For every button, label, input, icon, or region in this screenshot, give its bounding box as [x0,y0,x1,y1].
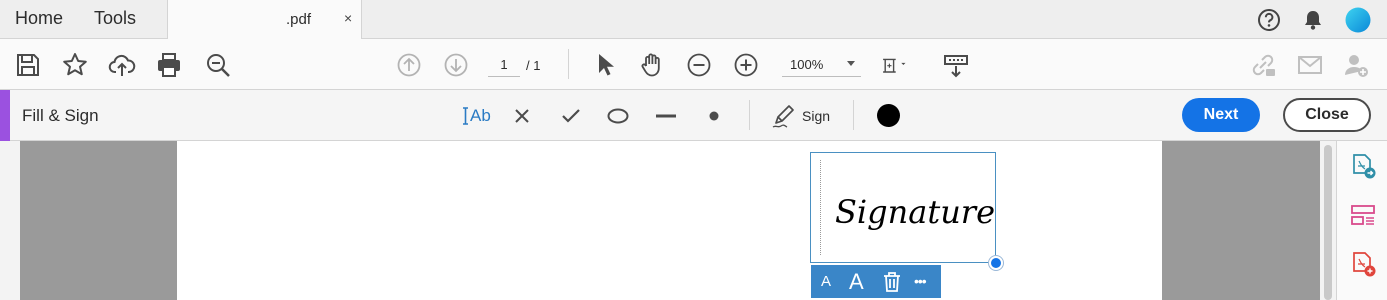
close-button[interactable]: Close [1283,98,1371,132]
create-pdf-icon[interactable] [1349,250,1377,278]
sign-button-label: Sign [802,108,831,124]
sign-button[interactable]: Sign [770,102,840,130]
tab-bar: Home Tools .pdf × [0,0,1387,40]
add-text-tool-label: Ab [470,106,491,125]
home-tab[interactable]: Home [15,0,63,39]
next-button[interactable]: Next [1182,98,1260,132]
fill-sign-divider [749,100,750,130]
scroll-mode-icon[interactable] [942,51,970,79]
email-icon[interactable] [1296,51,1324,79]
ellipse-tool-icon[interactable] [604,102,632,130]
signature-field[interactable]: Signature [810,152,996,263]
search-zoom-icon[interactable] [204,51,232,79]
next-page-icon[interactable] [442,51,470,79]
increase-size-button[interactable]: A [849,269,864,300]
cloud-upload-icon[interactable] [108,51,136,79]
pdf-page[interactable] [177,141,1162,300]
fill-sign-title: Fill & Sign [22,106,99,125]
add-text-tool[interactable]: Ab [461,102,495,130]
main-toolbar: / 1 100% [0,39,1387,90]
hand-pan-icon[interactable] [638,51,666,79]
previous-page-icon[interactable] [395,51,423,79]
document-tab-title: .pdf [286,11,312,28]
page-number-input[interactable] [488,53,520,77]
more-options-icon[interactable]: ••• [914,273,927,300]
notifications-bell-icon[interactable] [1300,7,1326,33]
zoom-level-value: 100% [790,57,824,72]
right-tools-panel [1336,141,1387,300]
zoom-out-icon[interactable] [685,51,713,79]
fill-sign-accent-bar [0,90,10,141]
add-person-icon[interactable] [1342,51,1370,79]
zoom-level-dropdown[interactable]: 100% [782,53,861,77]
document-tab[interactable]: .pdf × [167,0,362,40]
page-fit-icon[interactable] [881,51,921,79]
dot-tool-icon[interactable] [700,102,728,130]
select-pointer-icon[interactable] [591,51,619,79]
link-share-icon[interactable] [1249,51,1277,79]
decrease-size-button[interactable]: A [821,273,831,300]
checkmark-tool-icon[interactable] [557,102,585,130]
save-icon[interactable] [14,51,42,79]
close-tab-icon[interactable]: × [344,10,352,26]
print-icon[interactable] [155,51,183,79]
account-avatar[interactable] [1345,7,1371,33]
scrollbar-thumb[interactable] [1324,145,1332,300]
export-pdf-icon[interactable] [1349,152,1377,180]
delete-trash-icon[interactable] [881,270,903,300]
bookmark-star-icon[interactable] [61,51,89,79]
fill-sign-toolbar: Fill & Sign Ab Sign [0,90,1387,141]
line-tool-icon[interactable] [652,102,680,130]
fill-sign-divider [853,100,854,130]
chevron-down-icon [847,61,855,66]
resize-handle[interactable] [989,256,1003,270]
signature-image: Signature [835,193,995,231]
svg-text:Signature: Signature [835,193,995,231]
organize-pages-icon[interactable] [1349,201,1377,229]
page-count: / 1 [526,58,541,73]
cross-mark-tool-icon[interactable] [508,102,536,130]
signature-field-toolbar: A A ••• [811,265,941,298]
left-panel-edge [0,141,20,300]
ink-color-picker[interactable] [877,104,900,127]
pen-sign-icon [772,105,794,128]
tools-tab[interactable]: Tools [94,0,136,39]
help-icon[interactable] [1256,7,1282,33]
zoom-in-icon[interactable] [732,51,760,79]
toolbar-divider [568,49,569,79]
